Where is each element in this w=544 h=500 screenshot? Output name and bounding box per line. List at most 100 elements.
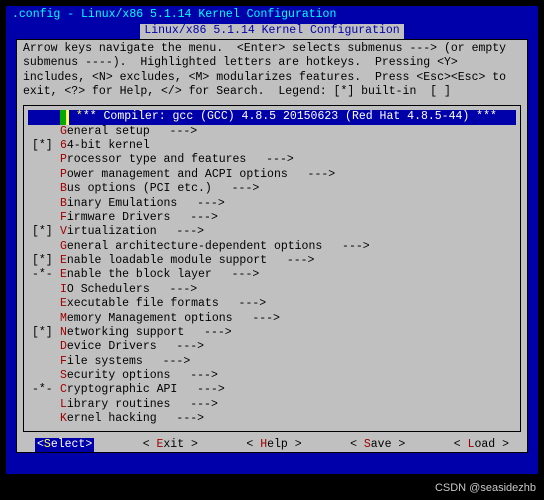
hotkey: M bbox=[60, 312, 67, 325]
help-text: Arrow keys navigate the menu. <Enter> se… bbox=[17, 40, 527, 106]
menu-item-11[interactable]: -*-Enable the block layer ---> bbox=[28, 268, 516, 282]
hotkey: G bbox=[60, 240, 67, 253]
watermark: CSDN @seasidezhb bbox=[435, 482, 536, 496]
menu-list: *** Compiler: gcc (GCC) 4.8.5 20150623 (… bbox=[23, 105, 521, 431]
menu-item-label: Power management and ACPI options ---> bbox=[60, 168, 516, 182]
menu-item-1[interactable]: General setup ---> bbox=[28, 125, 516, 139]
submenu-arrow-icon: ---> bbox=[233, 312, 280, 325]
menu-item-mark bbox=[28, 153, 60, 167]
menu-item-7[interactable]: Firmware Drivers ---> bbox=[28, 211, 516, 225]
hotkey: P bbox=[60, 168, 67, 181]
menu-item-label: Networking support ---> bbox=[60, 326, 516, 340]
menu-item-mark: [*] bbox=[28, 225, 60, 239]
submenu-arrow-icon: ---> bbox=[288, 168, 335, 181]
menu-item-8[interactable]: [*]Virtualization ---> bbox=[28, 225, 516, 239]
button-select[interactable]: <Select> bbox=[35, 438, 94, 452]
menu-item-label: Processor type and features ---> bbox=[60, 153, 516, 167]
menu-item-mark: [*] bbox=[28, 326, 60, 340]
hotkey: S bbox=[60, 369, 67, 382]
menu-item-18[interactable]: Security options ---> bbox=[28, 369, 516, 383]
menu-item-19[interactable]: -*-Cryptographic API ---> bbox=[28, 383, 516, 397]
hotkey: K bbox=[60, 412, 67, 425]
hotkey: F bbox=[60, 211, 67, 224]
menu-item-13[interactable]: Executable file formats ---> bbox=[28, 297, 516, 311]
menu-item-label: Security options ---> bbox=[60, 369, 516, 383]
menu-item-label: Device Drivers ---> bbox=[60, 340, 516, 354]
submenu-arrow-icon: ---> bbox=[322, 240, 369, 253]
window-title: .config - Linux/x86 5.1.14 Kernel Config… bbox=[6, 6, 538, 24]
menu-item-label: Executable file formats ---> bbox=[60, 297, 516, 311]
menu-item-label: File systems ---> bbox=[60, 355, 516, 369]
menu-item-label: Memory Management options ---> bbox=[60, 312, 516, 326]
menu-item-mark bbox=[28, 355, 60, 369]
hotkey: H bbox=[260, 438, 267, 451]
menu-item-label: Kernel hacking ---> bbox=[60, 412, 516, 426]
hotkey: N bbox=[60, 326, 67, 339]
menu-item-label: Enable the block layer ---> bbox=[60, 268, 516, 282]
submenu-arrow-icon: ---> bbox=[143, 355, 190, 368]
hotkey: S bbox=[364, 438, 371, 451]
menu-item-14[interactable]: Memory Management options ---> bbox=[28, 312, 516, 326]
submenu-arrow-icon: ---> bbox=[267, 254, 314, 267]
menu-item-15[interactable]: [*]Networking support ---> bbox=[28, 326, 516, 340]
menu-item-mark bbox=[28, 340, 60, 354]
submenu-arrow-icon: ---> bbox=[177, 197, 224, 210]
hotkey: E bbox=[157, 438, 164, 451]
menu-item-mark bbox=[28, 182, 60, 196]
submenu-arrow-icon: ---> bbox=[170, 398, 217, 411]
hotkey: L bbox=[468, 438, 475, 451]
menu-item-10[interactable]: [*]Enable loadable module support ---> bbox=[28, 254, 516, 268]
hotkey: * bbox=[76, 110, 83, 123]
menu-item-mark bbox=[28, 211, 60, 225]
menu-item-mark: -*- bbox=[28, 268, 60, 282]
menu-item-20[interactable]: Library routines ---> bbox=[28, 398, 516, 412]
hotkey: 6 bbox=[60, 139, 67, 152]
submenu-arrow-icon: ---> bbox=[212, 182, 259, 195]
button-load[interactable]: < Load > bbox=[454, 438, 509, 452]
menu-item-label: Bus options (PCI etc.) ---> bbox=[60, 182, 516, 196]
menu-item-mark bbox=[28, 312, 60, 326]
submenu-arrow-icon: ---> bbox=[212, 268, 259, 281]
hotkey: L bbox=[60, 398, 67, 411]
menu-item-label: 64-bit kernel bbox=[60, 139, 516, 153]
submenu-arrow-icon: ---> bbox=[170, 369, 217, 382]
menu-item-mark bbox=[28, 398, 60, 412]
hotkey: C bbox=[60, 383, 67, 396]
menu-item-21[interactable]: Kernel hacking ---> bbox=[28, 412, 516, 426]
hotkey: V bbox=[60, 225, 67, 238]
menu-item-9[interactable]: General architecture-dependent options -… bbox=[28, 240, 516, 254]
submenu-arrow-icon: ---> bbox=[170, 211, 217, 224]
menu-item-label: Virtualization ---> bbox=[60, 225, 516, 239]
button-bar: <Select> < Exit > < Help > < Save > < Load > bbox=[27, 438, 517, 452]
submenu-arrow-icon: ---> bbox=[157, 225, 204, 238]
menu-item-label: Cryptographic API ---> bbox=[60, 383, 516, 397]
hotkey: P bbox=[60, 153, 67, 166]
menu-item-label: General architecture-dependent options -… bbox=[60, 240, 516, 254]
submenu-arrow-icon: ---> bbox=[246, 153, 293, 166]
menu-item-label: Firmware Drivers ---> bbox=[60, 211, 516, 225]
help-panel: Arrow keys navigate the menu. <Enter> se… bbox=[16, 39, 528, 453]
menu-item-2[interactable]: [*]64-bit kernel bbox=[28, 139, 516, 153]
button-help[interactable]: < Help > bbox=[246, 438, 301, 452]
menu-item-16[interactable]: Device Drivers ---> bbox=[28, 340, 516, 354]
hotkey: B bbox=[60, 197, 67, 210]
menu-item-6[interactable]: Binary Emulations ---> bbox=[28, 197, 516, 211]
menu-item-5[interactable]: Bus options (PCI etc.) ---> bbox=[28, 182, 516, 196]
menu-item-label: *** Compiler: gcc (GCC) 4.8.5 20150623 (… bbox=[60, 110, 516, 124]
menu-item-label: Library routines ---> bbox=[60, 398, 516, 412]
menu-item-17[interactable]: File systems ---> bbox=[28, 355, 516, 369]
hotkey: F bbox=[60, 355, 67, 368]
menu-item-4[interactable]: Power management and ACPI options ---> bbox=[28, 168, 516, 182]
menu-item-12[interactable]: IO Schedulers ---> bbox=[28, 283, 516, 297]
button-exit[interactable]: < Exit > bbox=[143, 438, 198, 452]
hotkey: S bbox=[44, 438, 51, 451]
menu-item-mark bbox=[28, 240, 60, 254]
menu-item-3[interactable]: Processor type and features ---> bbox=[28, 153, 516, 167]
menu-item-0[interactable]: *** Compiler: gcc (GCC) 4.8.5 20150623 (… bbox=[28, 110, 516, 124]
menu-item-mark: [*] bbox=[28, 139, 60, 153]
submenu-arrow-icon: ---> bbox=[184, 326, 231, 339]
menu-item-mark bbox=[28, 283, 60, 297]
menu-item-mark bbox=[28, 297, 60, 311]
menu-item-mark bbox=[28, 125, 60, 139]
button-save[interactable]: < Save > bbox=[350, 438, 405, 452]
